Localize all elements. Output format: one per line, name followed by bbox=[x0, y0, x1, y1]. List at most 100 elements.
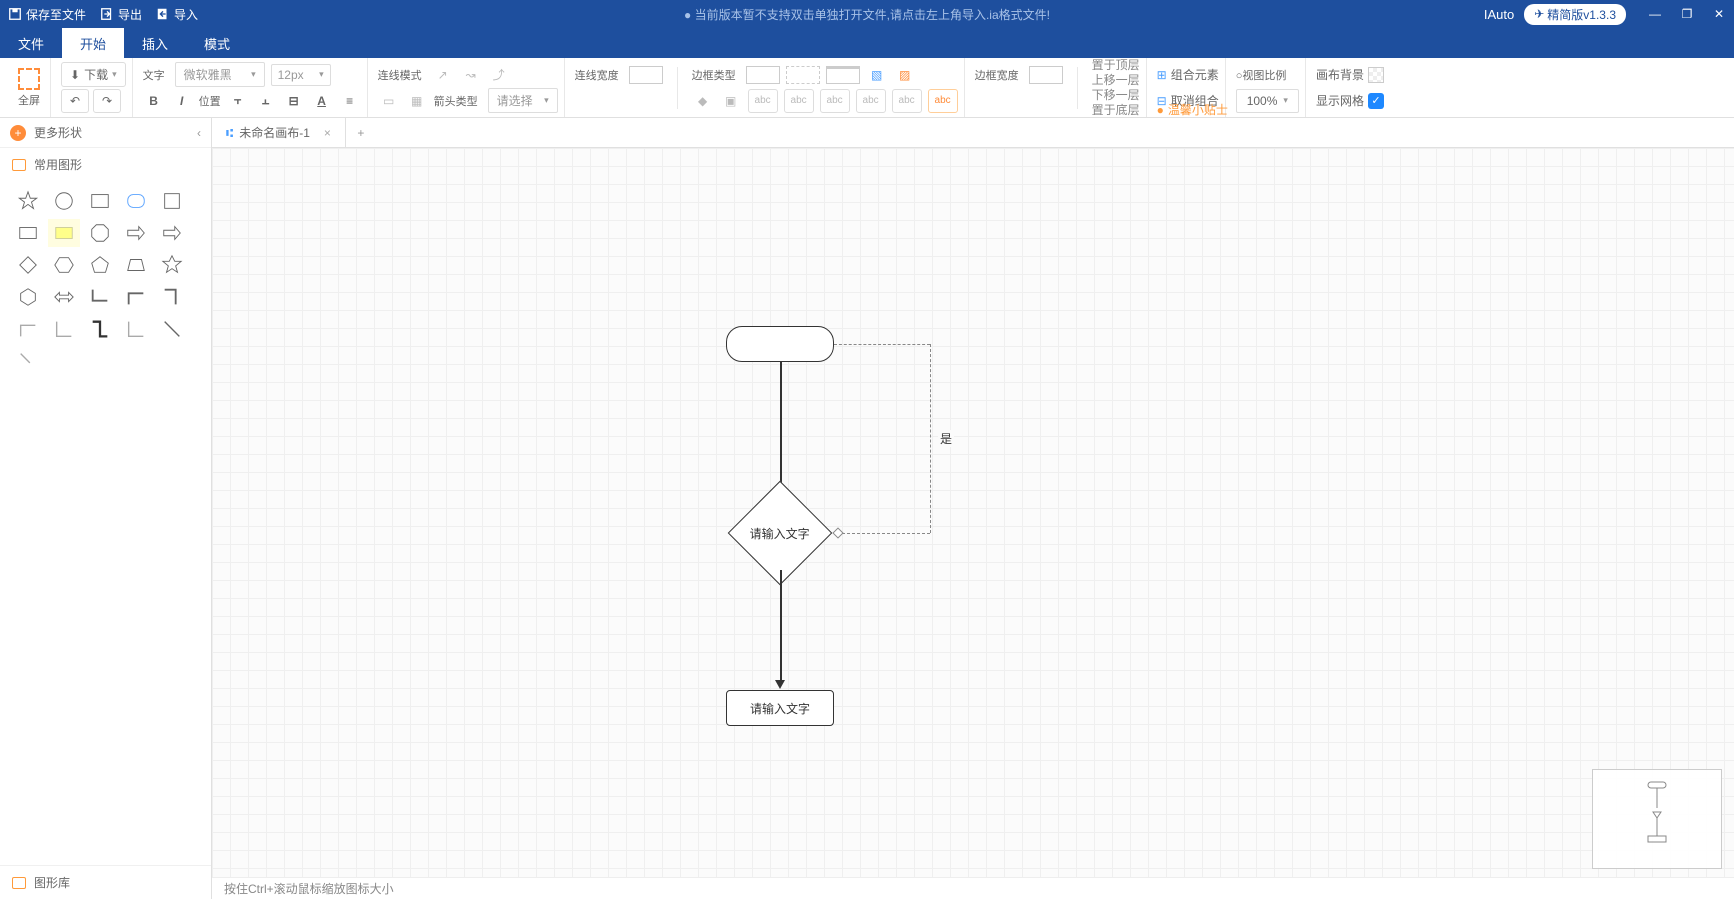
shape-hexagon[interactable] bbox=[48, 251, 80, 279]
shape-conn-4[interactable] bbox=[120, 315, 152, 343]
group-button[interactable]: ⊞ 组合元素 bbox=[1157, 62, 1219, 88]
shape-diamond[interactable] bbox=[12, 251, 44, 279]
line-width-label: 连线宽度 bbox=[575, 67, 619, 83]
shape-arrow-r[interactable] bbox=[120, 219, 152, 247]
arrange-down[interactable]: 下移一层 bbox=[1092, 88, 1140, 102]
tab-canvas-1[interactable]: ⑆ 未命名画布-1 × bbox=[212, 118, 346, 147]
abc-6[interactable]: abc bbox=[928, 89, 958, 113]
minimize-button[interactable]: ― bbox=[1648, 7, 1662, 21]
connector-dashed-v[interactable] bbox=[930, 344, 931, 533]
add-tab-button[interactable]: + bbox=[346, 118, 376, 147]
menu-file[interactable]: 文件 bbox=[0, 28, 62, 58]
fill2-button[interactable]: ▨ bbox=[894, 64, 916, 86]
shape-library-section[interactable]: 图形库 bbox=[0, 865, 211, 899]
shape-conn-1[interactable] bbox=[12, 315, 44, 343]
line-tool-2[interactable]: ↝ bbox=[460, 64, 482, 86]
common-shapes-section[interactable]: 常用图形 bbox=[0, 148, 211, 181]
align-v-button[interactable]: ⫠ bbox=[255, 90, 277, 112]
connector-1[interactable] bbox=[780, 362, 782, 488]
position-button[interactable]: 位置 bbox=[199, 90, 221, 112]
abc-3[interactable]: abc bbox=[820, 89, 850, 113]
line-width-sample[interactable] bbox=[629, 66, 663, 84]
shape-pentagon[interactable] bbox=[84, 251, 116, 279]
shape-tool-1[interactable]: ◆ bbox=[692, 90, 714, 112]
align-menu-button[interactable]: ≡ bbox=[339, 90, 361, 112]
line-style-1[interactable]: ▭ bbox=[378, 90, 400, 112]
menu-mode[interactable]: 模式 bbox=[186, 28, 248, 58]
italic-button[interactable]: I bbox=[171, 90, 193, 112]
shape-arrow-r2[interactable] bbox=[156, 219, 188, 247]
yes-label[interactable]: 是 bbox=[938, 430, 954, 447]
connector-2[interactable] bbox=[780, 570, 782, 682]
shape-conn-3[interactable] bbox=[84, 315, 116, 343]
download-button[interactable]: ⬇ 下载 ▾ bbox=[61, 62, 126, 87]
align-h-button[interactable]: ⫟ bbox=[227, 90, 249, 112]
save-to-file-button[interactable]: 保存至文件 bbox=[8, 6, 86, 23]
border-width-sample[interactable] bbox=[1029, 66, 1063, 84]
border-sample-1[interactable] bbox=[746, 66, 780, 84]
shape-double-arrow[interactable] bbox=[48, 283, 80, 311]
process-node[interactable]: 请输入文字 bbox=[726, 690, 834, 726]
export-button[interactable]: 导出 bbox=[100, 6, 142, 23]
import-button[interactable]: 导入 bbox=[156, 6, 198, 23]
align-m-button[interactable]: ⊟ bbox=[283, 90, 305, 112]
warm-tip-button[interactable]: ● 温馨小贴士 bbox=[1157, 101, 1228, 118]
view-ratio-label[interactable]: ○视图比例 bbox=[1236, 67, 1287, 83]
arrow-select[interactable]: 请选择▾ bbox=[488, 88, 558, 113]
bold-button[interactable]: B bbox=[143, 90, 165, 112]
abc-5[interactable]: abc bbox=[892, 89, 922, 113]
shape-rect-yellow[interactable] bbox=[48, 219, 80, 247]
tab-close-button[interactable]: × bbox=[324, 126, 331, 140]
shape-elbow-1[interactable] bbox=[84, 283, 116, 311]
collapse-sidebar-button[interactable]: ‹ bbox=[197, 126, 201, 140]
connector-dashed-h2[interactable] bbox=[842, 533, 930, 534]
abc-4[interactable]: abc bbox=[856, 89, 886, 113]
shape-trapezoid[interactable] bbox=[120, 251, 152, 279]
connector-dashed-h1[interactable] bbox=[834, 344, 930, 345]
add-shapes-button[interactable]: + bbox=[10, 125, 26, 141]
menu-start[interactable]: 开始 bbox=[62, 28, 124, 58]
line-tool-3[interactable]: ⤴ bbox=[488, 64, 510, 86]
close-button[interactable]: ✕ bbox=[1712, 7, 1726, 21]
shape-line[interactable] bbox=[156, 315, 188, 343]
redo-button[interactable]: ↷ bbox=[93, 89, 121, 113]
shape-conn-2[interactable] bbox=[48, 315, 80, 343]
abc-2[interactable]: abc bbox=[784, 89, 814, 113]
shape-rect[interactable] bbox=[84, 187, 116, 215]
shape-star6[interactable] bbox=[156, 251, 188, 279]
fill-button[interactable]: ▧ bbox=[866, 64, 888, 86]
canvas-bg-button[interactable]: 画布背景 bbox=[1316, 62, 1384, 88]
show-grid-toggle[interactable]: 显示网格 ✓ bbox=[1316, 88, 1384, 114]
fullscreen-button[interactable]: 全屏 bbox=[14, 64, 44, 112]
canvas[interactable]: 请输入文字 请输入文字 是 bbox=[212, 148, 1734, 899]
shape-elbow-3[interactable] bbox=[156, 283, 188, 311]
font-color-button[interactable]: A bbox=[311, 90, 333, 112]
shape-star[interactable] bbox=[12, 187, 44, 215]
line-style-2[interactable]: ▦ bbox=[406, 90, 428, 112]
size-select[interactable]: 12px▾ bbox=[271, 64, 331, 86]
shape-circle[interactable] bbox=[48, 187, 80, 215]
abc-1[interactable]: abc bbox=[748, 89, 778, 113]
arrange-bottom[interactable]: 置于底层 bbox=[1092, 103, 1140, 117]
font-select[interactable]: 微软雅黑▾ bbox=[175, 62, 265, 87]
line-tool-1[interactable]: ↗ bbox=[432, 64, 454, 86]
shape-elbow-2[interactable] bbox=[120, 283, 152, 311]
shape-heptagon[interactable] bbox=[12, 283, 44, 311]
shape-rect2[interactable] bbox=[12, 219, 44, 247]
arrange-up[interactable]: 上移一层 bbox=[1092, 73, 1140, 87]
maximize-button[interactable]: ❐ bbox=[1680, 7, 1694, 21]
more-shapes-label[interactable]: 更多形状 bbox=[34, 124, 82, 141]
shape-rounded[interactable] bbox=[120, 187, 152, 215]
minimap[interactable] bbox=[1592, 769, 1722, 869]
shape-line2[interactable] bbox=[12, 347, 44, 375]
shape-octagon[interactable] bbox=[84, 219, 116, 247]
border-sample-2[interactable] bbox=[786, 66, 820, 84]
arrange-top[interactable]: 置于顶层 bbox=[1092, 58, 1140, 72]
menu-insert[interactable]: 插入 bbox=[124, 28, 186, 58]
zoom-select[interactable]: 100%▾ bbox=[1236, 89, 1299, 113]
undo-button[interactable]: ↶ bbox=[61, 89, 89, 113]
start-node[interactable] bbox=[726, 326, 834, 362]
border-sample-3[interactable] bbox=[826, 66, 860, 84]
shape-square[interactable] bbox=[156, 187, 188, 215]
shape-tool-2[interactable]: ▣ bbox=[720, 90, 742, 112]
